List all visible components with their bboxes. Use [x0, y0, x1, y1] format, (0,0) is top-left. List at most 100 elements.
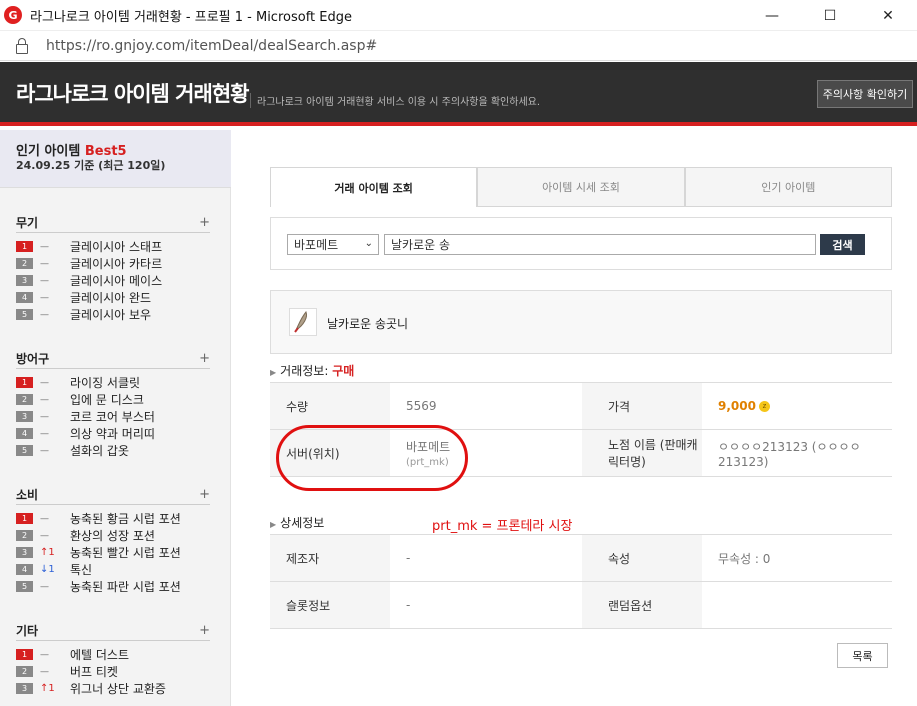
item-name-link[interactable]: 글레이시아 카타르 — [70, 255, 162, 272]
detail-info-title: 상세정보 — [280, 516, 325, 530]
maker-value: - — [390, 534, 582, 582]
item-name-link[interactable]: 버프 티켓 — [70, 663, 118, 680]
list-item[interactable]: 1 — 라이징 서클릿 — [16, 374, 210, 391]
item-name-link[interactable]: 라이징 서클릿 — [70, 374, 140, 391]
address-bar[interactable]: https://ro.gnjoy.com/itemDeal/dealSearch… — [0, 31, 917, 61]
trend-none-icon: — — [40, 377, 49, 388]
sidebar-category: 기타 +1 — 에텔 더스트 2 — 버프 티켓 3 ↑1 위그너 상단 교환증 — [16, 621, 210, 697]
price-cell: 9,000 z — [702, 382, 892, 430]
item-name-link[interactable]: 글레이시아 완드 — [70, 289, 151, 306]
category-header[interactable]: 방어구 + — [16, 349, 210, 369]
list-item[interactable]: 3 — 글레이시아 메이스 — [16, 272, 210, 289]
list-item[interactable]: 4 ↓1 톡신 — [16, 561, 210, 578]
list-item[interactable]: 5 — 설화의 갑옷 — [16, 442, 210, 459]
random-option-value — [702, 581, 892, 629]
item-name-link[interactable]: 농축된 빨간 시럽 포션 — [70, 544, 181, 561]
item-name-link[interactable]: 농축된 황금 시럽 포션 — [70, 510, 181, 527]
item-name-link[interactable]: 톡신 — [70, 561, 92, 578]
rank-trend: ↓1 — [40, 564, 64, 575]
item-name-link[interactable]: 환상의 성장 포션 — [70, 527, 155, 544]
site-title: 라그나로크 아이템 거래현황 — [16, 82, 249, 106]
item-name-link[interactable]: 글레이시아 메이스 — [70, 272, 162, 289]
maker-label: 제조자 — [270, 534, 390, 582]
rank-badge: 3 — [16, 547, 33, 558]
item-name-link[interactable]: 설화의 갑옷 — [70, 442, 129, 459]
bullet-icon: ▶ — [270, 520, 277, 529]
rank-trend: — — [40, 531, 64, 541]
rank-badge: 4 — [16, 292, 33, 303]
lock-icon[interactable] — [15, 37, 29, 54]
rank-badge: 2 — [16, 530, 33, 541]
expand-plus-icon[interactable]: + — [199, 487, 210, 502]
search-box: 바포메트 ⌄ 검색 — [270, 217, 892, 270]
rank-badge: 3 — [16, 411, 33, 422]
tab-popular-items[interactable]: 인기 아이템 — [684, 167, 892, 207]
maximize-button[interactable]: ☐ — [801, 0, 859, 31]
list-item[interactable]: 3 ↑1 농축된 빨간 시럽 포션 — [16, 544, 210, 561]
trend-none-icon: — — [40, 513, 49, 524]
item-name-link[interactable]: 농축된 파란 시럽 포션 — [70, 578, 181, 595]
item-name-link[interactable]: 글레이시아 보우 — [70, 306, 151, 323]
rank-badge: 1 — [16, 513, 33, 524]
rank-badge: 1 — [16, 377, 33, 388]
list-item[interactable]: 2 — 버프 티켓 — [16, 663, 210, 680]
attr-label: 속성 — [582, 534, 702, 582]
list-item[interactable]: 3 ↑1 위그너 상단 교환증 — [16, 680, 210, 697]
item-name-link[interactable]: 의상 약과 머리띠 — [70, 425, 155, 442]
list-item[interactable]: 5 — 글레이시아 보우 — [16, 306, 210, 323]
expand-plus-icon[interactable]: + — [199, 623, 210, 638]
category-header[interactable]: 소비 + — [16, 485, 210, 505]
notice-button[interactable]: 주의사항 확인하기 — [817, 80, 913, 108]
category-header[interactable]: 무기 + — [16, 213, 210, 233]
rank-trend: — — [40, 276, 64, 286]
rank-trend: — — [40, 259, 64, 269]
slot-value: - — [390, 581, 582, 629]
url-text[interactable]: https://ro.gnjoy.com/itemDeal/dealSearch… — [46, 38, 377, 54]
list-item[interactable]: 1 — 글레이시아 스태프 — [16, 238, 210, 255]
category-name: 무기 — [16, 216, 39, 230]
zeny-coin-icon: z — [758, 401, 770, 412]
list-item[interactable]: 5 — 농축된 파란 시럽 포션 — [16, 578, 210, 595]
close-button[interactable]: ✕ — [859, 0, 917, 31]
rank-trend: ↑1 — [40, 683, 64, 694]
trend-none-icon: — — [40, 530, 49, 541]
best-date: 24.09.25 기준 (최근 120일) — [16, 159, 166, 172]
shop-label: 노점 이름 (판매캐릭터명) — [582, 429, 702, 477]
item-name-link[interactable]: 글레이시아 스태프 — [70, 238, 162, 255]
tab-price-lookup[interactable]: 아이템 시세 조회 — [477, 167, 685, 207]
item-name-link[interactable]: 입에 문 디스크 — [70, 391, 144, 408]
search-button[interactable]: 검색 — [820, 234, 865, 255]
fang-item-icon — [289, 308, 317, 336]
list-item[interactable]: 2 — 환상의 성장 포션 — [16, 527, 210, 544]
list-item[interactable]: 4 — 의상 약과 머리띠 — [16, 425, 210, 442]
item-name-link[interactable]: 에텔 더스트 — [70, 646, 129, 663]
list-item[interactable]: 1 — 에텔 더스트 — [16, 646, 210, 663]
sidebar-category: 소비 + 1 — 농축된 황금 시럽 포션 2 — 환상의 성장 포션 3 ↑1 농축된 빨간 시럽… — [16, 485, 210, 595]
server-select[interactable]: 바포메트 ⌄ — [287, 234, 379, 255]
category-header[interactable]: 기타 + — [16, 621, 210, 641]
item-name-link[interactable]: 위그너 상단 교환증 — [70, 680, 166, 697]
category-list: 1 — 농축된 황금 시럽 포션 2 — 환상의 성장 포션 3 ↑1 농축된 빨간 시럽 포션… — [16, 510, 210, 595]
gnjoy-logo-icon: G — [4, 6, 22, 24]
rank-trend: — — [40, 412, 64, 422]
list-item[interactable]: 1 — 농축된 황금 시럽 포션 — [16, 510, 210, 527]
trend-none-icon: — — [40, 394, 49, 405]
list-item[interactable]: 4 — 글레이시아 완드 — [16, 289, 210, 306]
item-name-link[interactable]: 코르 코어 부스터 — [70, 408, 155, 425]
minimize-button[interactable]: — — [743, 0, 801, 31]
list-item[interactable]: 3 — 코르 코어 부스터 — [16, 408, 210, 425]
expand-plus-icon[interactable]: + — [199, 215, 210, 230]
server-select-value: 바포메트 — [294, 238, 339, 252]
expand-plus-icon[interactable]: + — [199, 351, 210, 366]
chevron-down-icon: ⌄ — [364, 238, 373, 249]
list-item[interactable]: 2 — 글레이시아 카타르 — [16, 255, 210, 272]
search-input[interactable] — [384, 234, 816, 255]
sidebar-category: 무기 +1 — 글레이시아 스태프 2 — 글레이시아 카타르 3 — 글레이시아 메이스 4 — 글레… — [16, 213, 210, 323]
list-button[interactable]: 목록 — [837, 643, 888, 668]
list-item[interactable]: 2 — 입에 문 디스크 — [16, 391, 210, 408]
tab-trade-items[interactable]: 거래 아이템 조회 — [270, 167, 478, 207]
sidebar: 인기 아이템 Best5 24.09.25 기준 (최근 120일) 무기 +1 —… — [0, 130, 231, 706]
table-row: 수량 5569 가격 9,000 z — [270, 382, 892, 430]
trend-none-icon: — — [40, 581, 49, 592]
price-label: 가격 — [582, 382, 702, 430]
